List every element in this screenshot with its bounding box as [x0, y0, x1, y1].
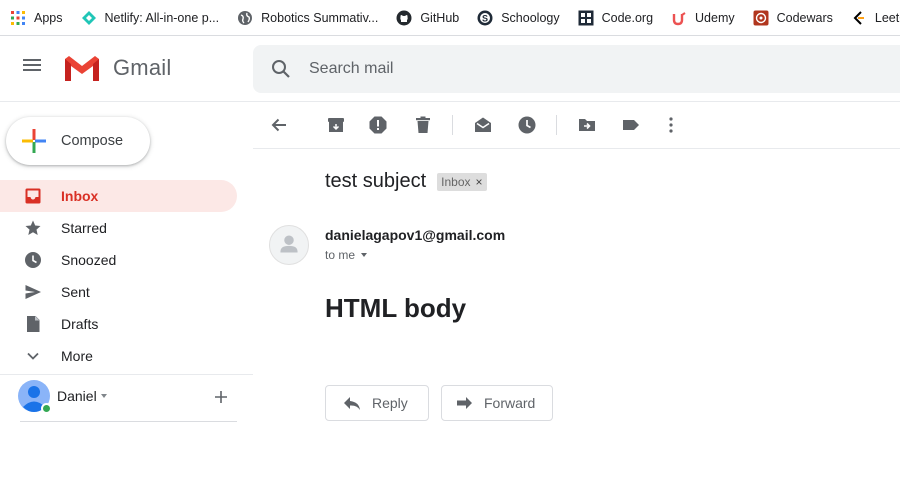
search-bar[interactable] — [253, 45, 900, 93]
bookmark-apps[interactable]: Apps — [10, 10, 63, 26]
message-body: HTML body — [325, 293, 467, 323]
sidebar-nav: Inbox Starred Snoozed Sent Drafts More — [0, 180, 240, 372]
bookmark-udemy[interactable]: Udemy — [671, 10, 735, 26]
label-chip-inbox[interactable]: Inbox × — [437, 172, 487, 191]
toolbar-divider — [452, 115, 453, 135]
bookmark-leetcode[interactable]: LeetCode — [851, 10, 900, 26]
codewars-icon — [753, 10, 769, 26]
globe-icon — [237, 10, 253, 26]
bookmark-schoology[interactable]: S Schoology — [477, 10, 560, 26]
sidebar-item-drafts[interactable]: Drafts — [0, 308, 237, 340]
main-menu-icon[interactable] — [20, 56, 44, 80]
presence-indicator — [41, 403, 52, 414]
hangouts-divider — [20, 421, 237, 422]
netlify-icon — [81, 10, 97, 26]
apps-grid-icon — [10, 10, 26, 26]
leetcode-icon — [851, 10, 867, 26]
compose-label: Compose — [61, 133, 124, 149]
bookmark-label: Schoology — [501, 10, 560, 25]
sidebar-item-snoozed[interactable]: Snoozed — [0, 244, 237, 276]
bookmark-codewars[interactable]: Codewars — [753, 10, 833, 26]
avatar — [18, 380, 52, 414]
bookmark-label: Codewars — [776, 10, 833, 25]
draft-icon — [24, 315, 42, 333]
search-icon[interactable] — [269, 57, 293, 81]
inbox-icon — [24, 187, 42, 205]
remove-label-icon[interactable]: × — [476, 175, 483, 189]
bookmark-label: GitHub — [420, 10, 460, 25]
sidebar-item-label: More — [61, 348, 93, 364]
sidebar-item-more[interactable]: More — [0, 340, 237, 372]
default-avatar-icon — [280, 235, 298, 253]
sender-avatar[interactable] — [269, 225, 309, 265]
add-hangout-icon[interactable] — [211, 387, 231, 407]
app-name: Gmail — [113, 55, 172, 80]
bookmark-netlify[interactable]: Netlify: All-in-one p... — [81, 10, 220, 26]
report-spam-icon[interactable] — [367, 114, 389, 136]
bookmark-label: LeetCode — [874, 10, 900, 25]
more-vert-icon[interactable] — [660, 114, 682, 136]
bookmark-label: Robotics Summativ... — [261, 10, 379, 25]
sidebar-item-label: Sent — [61, 284, 90, 300]
star-icon — [24, 219, 42, 237]
compose-plus-icon — [22, 129, 46, 153]
mark-unread-icon[interactable] — [472, 114, 494, 136]
sidebar-item-inbox[interactable]: Inbox — [0, 180, 237, 212]
chevron-down-icon — [24, 347, 42, 365]
sidebar-divider — [0, 374, 253, 375]
toolbar-divider — [556, 115, 557, 135]
forward-button[interactable]: Forward — [441, 385, 553, 421]
sidebar-item-label: Snoozed — [61, 252, 117, 268]
archive-icon[interactable] — [325, 114, 347, 136]
label-chip-text: Inbox — [441, 174, 471, 189]
forward-label: Forward — [484, 395, 536, 411]
udemy-icon — [671, 10, 687, 26]
hangouts-user[interactable]: Daniel — [18, 380, 107, 414]
reply-button[interactable]: Reply — [325, 385, 429, 421]
forward-icon — [457, 397, 472, 409]
bookmark-label: Code.org — [601, 10, 654, 25]
sidebar-item-label: Drafts — [61, 316, 99, 332]
code-org-icon — [578, 10, 594, 26]
svg-text:S: S — [482, 13, 488, 23]
bookmark-code-org[interactable]: Code.org — [578, 10, 653, 26]
sender-email[interactable]: danielagapov1@gmail.com — [325, 227, 505, 243]
message-subject: test subject — [325, 170, 427, 192]
bookmark-robotics[interactable]: Robotics Summativ... — [237, 10, 378, 26]
user-name: Daniel — [57, 388, 97, 404]
back-icon[interactable] — [268, 114, 290, 136]
bookmark-github[interactable]: GitHub — [396, 10, 459, 26]
gmail-m-icon — [65, 56, 99, 81]
sidebar-item-label: Inbox — [61, 188, 99, 204]
snooze-icon[interactable] — [516, 114, 538, 136]
github-icon — [396, 10, 412, 26]
recipient-details[interactable]: to me — [325, 248, 368, 262]
compose-button[interactable]: Compose — [6, 117, 150, 165]
reply-label: Reply — [372, 395, 408, 411]
sidebar-item-label: Starred — [61, 220, 107, 236]
caret-down-icon[interactable] — [100, 394, 107, 398]
gmail-logo[interactable]: Gmail — [62, 53, 171, 83]
clock-icon — [24, 251, 42, 269]
recipient-label: to me — [325, 248, 356, 262]
message-subject-row: test subject Inbox × — [325, 170, 487, 193]
bookmarks-bar: Apps Netlify: All-in-one p... Robotics S… — [0, 0, 900, 36]
schoology-icon: S — [477, 10, 493, 26]
bookmark-label: Udemy — [695, 10, 735, 25]
label-icon[interactable] — [620, 114, 642, 136]
app-header: Gmail — [0, 36, 900, 102]
sidebar-item-starred[interactable]: Starred — [0, 212, 237, 244]
bookmark-label: Netlify: All-in-one p... — [104, 10, 220, 25]
reply-icon — [344, 397, 360, 410]
caret-down-icon[interactable] — [361, 253, 368, 257]
delete-icon[interactable] — [412, 114, 434, 136]
move-to-icon[interactable] — [576, 114, 598, 136]
bookmark-label: Apps — [34, 10, 63, 25]
search-input[interactable] — [309, 60, 809, 78]
send-icon — [24, 283, 42, 301]
sidebar-item-sent[interactable]: Sent — [0, 276, 237, 308]
message-toolbar — [253, 102, 900, 149]
